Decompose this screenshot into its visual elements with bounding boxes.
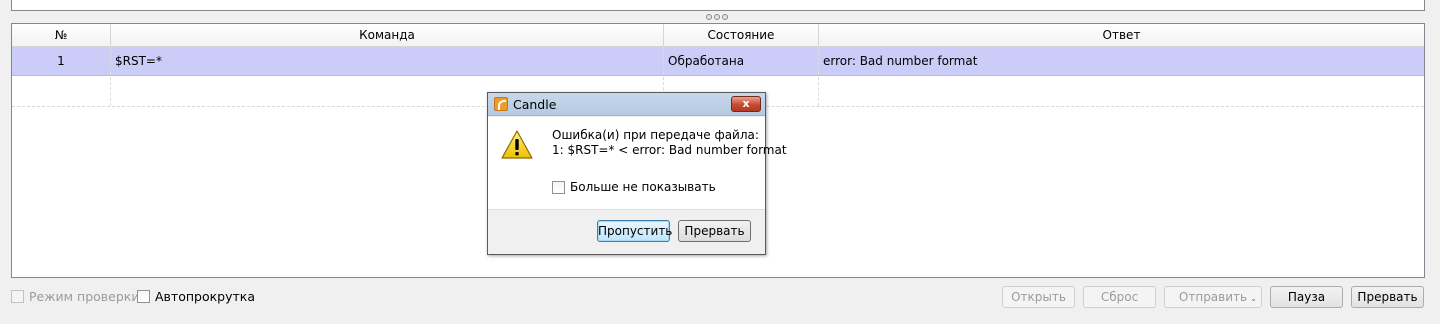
table-row[interactable]: 1 $RST=* Обработана error: Bad number fo… [12, 47, 1424, 76]
column-header-state[interactable]: Состояние [664, 24, 819, 46]
top-panel-frame [11, 0, 1425, 11]
dont-show-toggle[interactable]: Больше не показывать [552, 180, 716, 194]
dont-show-checkbox[interactable] [552, 180, 565, 194]
autoscroll-label: Автопрокрутка [155, 289, 255, 304]
dialog-titlebar[interactable]: Candle x [488, 93, 765, 116]
cell-state[interactable]: Обработана [664, 47, 819, 75]
skip-button[interactable]: Пропустить [597, 220, 672, 242]
candle-app-icon [494, 97, 508, 111]
close-icon: x [742, 97, 750, 110]
dialog-body: Ошибка(и) при передаче файла: 1: $RST=* … [488, 117, 787, 209]
cell-response[interactable]: error: Bad number format [819, 47, 1424, 75]
dialog-title: Candle [513, 97, 557, 112]
column-header-number[interactable]: № [12, 24, 111, 46]
empty-cell[interactable] [12, 77, 111, 106]
check-mode-label: Режим проверки [29, 289, 140, 304]
pause-button[interactable]: Пауза [1270, 286, 1343, 308]
cell-number[interactable]: 1 [12, 47, 111, 75]
send-button-label: Отправить [1178, 290, 1248, 304]
dialog-message-line2: 1: $RST=* < error: Bad number format [552, 143, 787, 157]
send-button[interactable]: Отправить ⌄ [1164, 286, 1262, 308]
dialog-message-line1: Ошибка(и) при передаче файла: [552, 128, 759, 142]
table-header: № Команда Состояние Ответ [12, 24, 1424, 47]
column-header-response[interactable]: Ответ [819, 24, 1424, 46]
dialog-abort-button[interactable]: Прервать [678, 220, 751, 242]
autoscroll-toggle[interactable]: Автопрокрутка [137, 289, 255, 304]
open-button[interactable]: Открыть [1002, 286, 1075, 308]
abort-button[interactable]: Прервать [1351, 286, 1424, 308]
cell-command[interactable]: $RST=* [111, 47, 664, 75]
bottom-toolbar: Режим проверки Автопрокрутка Открыть Сбр… [0, 284, 1440, 312]
check-mode-checkbox[interactable] [11, 290, 24, 303]
check-mode-toggle[interactable]: Режим проверки [11, 289, 139, 304]
empty-cell[interactable] [819, 77, 1424, 106]
splitter-handle-icon[interactable] [705, 13, 729, 21]
column-header-command[interactable]: Команда [111, 24, 664, 46]
dropdown-arrow-icon: ⌄ [1250, 294, 1257, 303]
autoscroll-checkbox[interactable] [137, 290, 150, 303]
close-button[interactable]: x [731, 96, 761, 112]
error-dialog: Candle x Ошибка(и) при передаче файла: 1… [487, 92, 787, 255]
warning-icon [501, 130, 533, 159]
dont-show-label: Больше не показывать [570, 180, 716, 194]
reset-button[interactable]: Сброс [1083, 286, 1156, 308]
dialog-footer: Пропустить Прервать [488, 209, 765, 254]
